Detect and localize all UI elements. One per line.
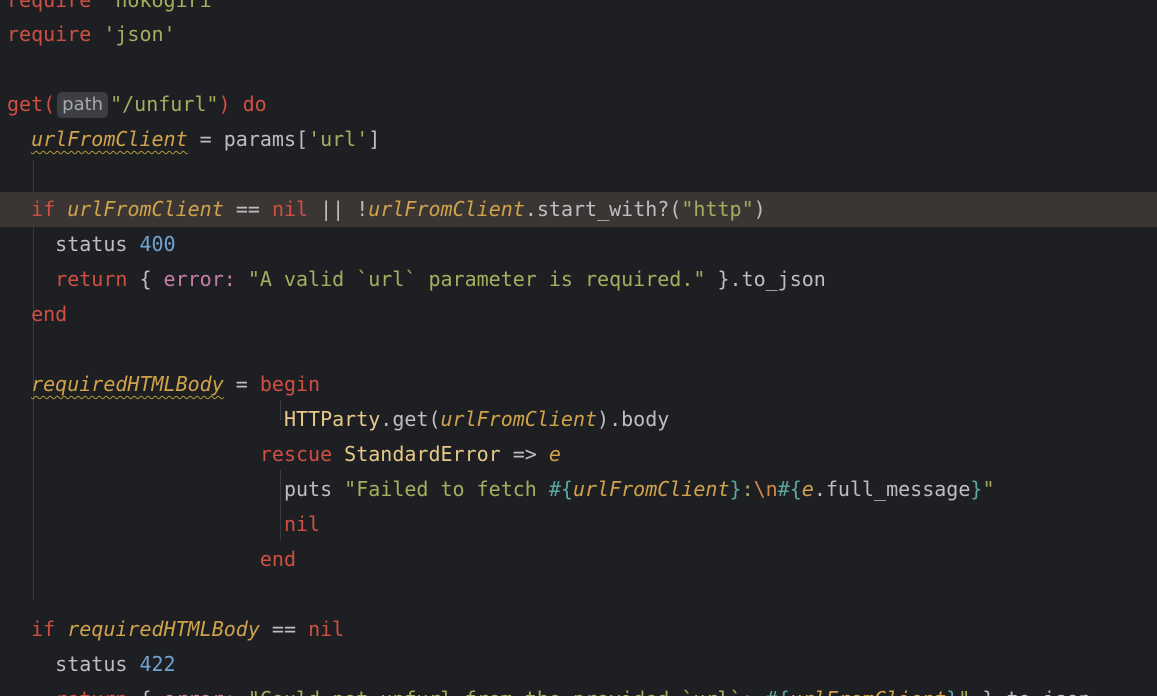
code-text: || ! — [308, 197, 369, 221]
code-line[interactable]: HTTParty.get(urlFromClient).body — [0, 402, 1157, 437]
keyword: if — [31, 197, 56, 221]
variable: urlFromClient — [572, 477, 730, 501]
string-literal: "http" — [681, 197, 754, 221]
string-literal: " — [958, 687, 970, 696]
string-literal: "Failed to fetch — [344, 477, 549, 501]
keyword: require — [7, 0, 92, 12]
interpolation: } — [946, 687, 958, 696]
keyword: nil — [283, 512, 321, 536]
code-line[interactable]: end — [0, 542, 1157, 577]
code-line[interactable]: return { error: "Could not unfurl from t… — [0, 682, 1157, 696]
variable-unused-warning[interactable]: requiredHTMLBody — [31, 372, 224, 396]
parameter-hint: path — [57, 92, 109, 118]
punctuation: ) — [218, 92, 231, 116]
string-literal: "Could not unfurl from the provided `url… — [248, 687, 766, 696]
variable: e — [801, 477, 814, 501]
string-literal: "/unfurl" — [110, 92, 219, 116]
code-text: => — [500, 442, 549, 466]
keyword: nil — [308, 617, 345, 641]
code-text: ).body — [597, 407, 670, 431]
string-literal: 'nokogiri' — [103, 0, 224, 12]
variable: requiredHTMLBody — [67, 617, 260, 641]
symbol-key: error: — [163, 267, 236, 291]
code-line[interactable]: require 'nokogiri' — [0, 0, 1157, 18]
string-literal: " — [982, 477, 995, 501]
code-text: .get( — [380, 407, 441, 431]
string-literal: : — [741, 477, 754, 501]
keyword: nil — [271, 197, 309, 221]
code-text: == — [259, 617, 309, 641]
string-literal: "A valid `url` parameter is required." — [247, 267, 706, 291]
code-line[interactable]: require 'json' — [0, 17, 1157, 52]
code-text: status — [55, 652, 140, 676]
variable: urlFromClient — [368, 197, 525, 221]
keyword: return — [55, 687, 127, 696]
method-call: get( — [7, 92, 56, 116]
string-literal: 'url' — [308, 127, 369, 151]
code-text: ) — [753, 197, 766, 221]
code-line[interactable]: if requiredHTMLBody == nil — [0, 612, 1157, 647]
escape-sequence: \n — [753, 477, 778, 501]
code-text: { — [127, 687, 163, 696]
keyword: end — [259, 547, 296, 571]
interpolation: #{ — [766, 687, 790, 696]
code-line[interactable]: return { error: "A valid `url` parameter… — [0, 262, 1157, 297]
code-text: == — [223, 197, 272, 221]
code-text: }.to_json — [705, 267, 826, 291]
interpolation: #{ — [548, 477, 573, 501]
keyword: begin — [259, 372, 321, 396]
number-literal: 422 — [139, 652, 176, 676]
code-line[interactable]: nil — [0, 507, 1157, 542]
interpolation: } — [729, 477, 742, 501]
variable: e — [548, 442, 561, 466]
code-line[interactable]: end — [0, 297, 1157, 332]
keyword: do — [242, 92, 267, 116]
keyword: return — [55, 267, 128, 291]
code-text: = params[ — [187, 127, 309, 151]
code-line-current[interactable]: if urlFromClient == nil || !urlFromClien… — [0, 192, 1157, 227]
code-text: status — [55, 232, 140, 256]
code-line[interactable]: urlFromClient = params['url'] — [0, 122, 1157, 157]
keyword: end — [31, 302, 68, 326]
keyword: require — [7, 22, 92, 46]
interpolation: } — [970, 477, 983, 501]
code-text: }.to_json — [970, 687, 1090, 696]
code-editor[interactable]: require 'nokogiri' require 'json' get(pa… — [0, 0, 1157, 696]
number-literal: 400 — [139, 232, 176, 256]
string-literal: 'json' — [103, 22, 176, 46]
variable: urlFromClient — [790, 687, 947, 696]
keyword: if — [31, 617, 56, 641]
code-text: = — [223, 372, 260, 396]
variable: urlFromClient — [67, 197, 224, 221]
code-text: .full_message — [813, 477, 971, 501]
code-text: { — [127, 267, 164, 291]
code-text: ] — [368, 127, 381, 151]
keyword: rescue — [259, 442, 333, 466]
interpolation: #{ — [777, 477, 802, 501]
class-name: StandardError — [344, 442, 501, 466]
code-text: puts — [283, 477, 345, 501]
code-line[interactable]: requiredHTMLBody = begin — [0, 367, 1157, 402]
variable: urlFromClient — [440, 407, 598, 431]
code-text: .start_with?( — [524, 197, 682, 221]
class-name: HTTParty — [283, 407, 381, 431]
code-line[interactable]: get(path "/unfurl") do — [0, 87, 1157, 122]
code-line[interactable]: puts "Failed to fetch #{urlFromClient}:\… — [0, 472, 1157, 507]
code-line[interactable]: status 422 — [0, 647, 1157, 682]
code-line[interactable]: status 400 — [0, 227, 1157, 262]
code-line[interactable]: rescue StandardError => e — [0, 437, 1157, 472]
variable-unused-warning[interactable]: urlFromClient — [31, 127, 188, 151]
symbol-key: error: — [164, 687, 236, 696]
